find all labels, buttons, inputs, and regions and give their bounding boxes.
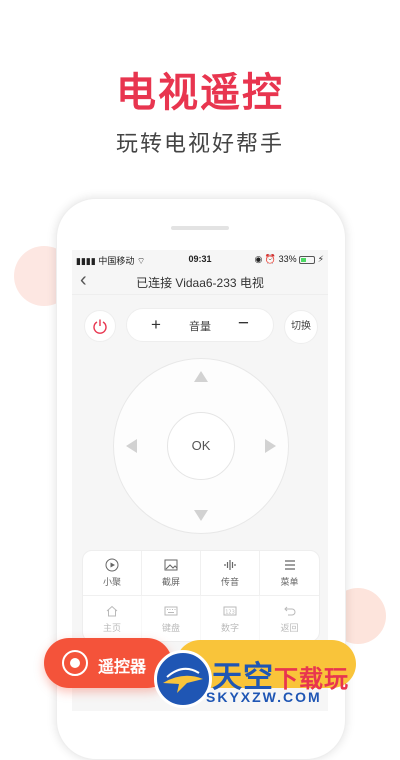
down-arrow-icon[interactable] — [194, 510, 208, 521]
grid-item-back[interactable]: 返回 — [260, 596, 319, 641]
battery-percent: 33% — [278, 254, 297, 264]
rotation-lock-icon: ◉ — [254, 254, 263, 264]
right-arrow-icon[interactable] — [265, 439, 276, 453]
remote-control-button[interactable]: 遥控器 — [44, 638, 172, 688]
ok-button[interactable]: OK — [167, 412, 235, 480]
power-button[interactable] — [84, 310, 116, 342]
image-icon — [164, 559, 178, 571]
grid-item-screenshot[interactable]: 截屏 — [142, 551, 201, 596]
grid-item-label: 返回 — [280, 622, 299, 633]
battery-icon — [299, 255, 316, 264]
status-right: ◉ ⏰ 33% ⚡ — [255, 254, 324, 265]
watermark-url: SKYXZW.COM — [206, 689, 322, 705]
switch-button[interactable]: 切换 — [284, 310, 318, 344]
grid-item-label: 菜单 — [280, 577, 299, 587]
sound-wave-icon — [224, 560, 236, 570]
menu-icon — [284, 560, 295, 570]
grid-item-label: 数字 — [220, 622, 239, 633]
grid-item-label: 截屏 — [161, 577, 180, 587]
grid-item-menu[interactable]: 菜单 — [260, 551, 319, 596]
alarm-icon: ⏰ — [264, 254, 277, 264]
grid-item-label: 键盘 — [161, 622, 180, 633]
keyboard-icon — [164, 606, 178, 615]
promo-title: 电视遥控 — [116, 71, 284, 115]
connection-title: 已连接 Vidaa6-233 电视 — [136, 276, 264, 290]
grid-item-label: 传音 — [220, 577, 239, 587]
play-icon — [105, 558, 119, 572]
grid-item-label: 小聚 — [102, 577, 121, 587]
number-icon: 123 — [223, 606, 237, 615]
up-arrow-icon[interactable] — [194, 371, 208, 382]
phone-speaker — [171, 226, 229, 230]
volume-down-button[interactable]: − — [238, 313, 249, 335]
grid-item-number[interactable]: 123 数字 — [201, 596, 260, 641]
left-arrow-icon[interactable] — [126, 439, 137, 453]
svg-text:123: 123 — [225, 609, 235, 615]
remote-icon — [62, 650, 88, 676]
watermark-logo-icon — [154, 650, 212, 708]
airplane-icon — [163, 667, 203, 693]
return-icon — [283, 606, 295, 615]
home-icon — [106, 605, 118, 616]
grid-item-voice[interactable]: 传音 — [201, 551, 260, 596]
remote-control-label: 遥控器 — [98, 659, 147, 676]
grid-item-xiaoju[interactable]: 小聚 — [83, 551, 142, 596]
grid-item-label: 主页 — [102, 622, 121, 633]
status-bar: ▮▮▮▮ 中国移动 ⌔ 09:31 ◉ ⏰ 33% ⚡ — [72, 250, 328, 268]
function-grid: 小聚 截屏 传音 菜单 主页 键盘 123 数字 返回 — [82, 550, 320, 642]
grid-item-keyboard[interactable]: 键盘 — [142, 596, 201, 641]
promo-subtitle: 玩转电视好帮手 — [115, 131, 284, 156]
volume-label: 音量 — [189, 321, 211, 333]
volume-control: + 音量 − — [126, 308, 274, 342]
nav-bar: ‹ 已连接 Vidaa6-233 电视 — [72, 268, 328, 295]
charging-icon: ⚡ — [317, 254, 324, 264]
direction-pad: OK — [113, 358, 289, 534]
grid-item-home[interactable]: 主页 — [83, 596, 142, 641]
power-icon — [93, 319, 107, 334]
